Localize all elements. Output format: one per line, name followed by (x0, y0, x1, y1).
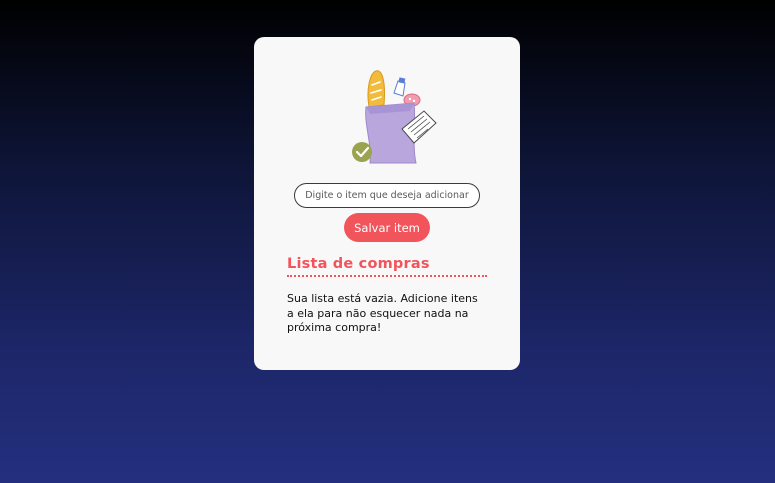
list-title: Lista de compras (287, 256, 487, 277)
item-input-wrapper (294, 183, 480, 208)
bread-icon (367, 70, 385, 108)
empty-list-message: Sua lista está vazia. Adicione itens a e… (287, 292, 478, 334)
save-item-button[interactable]: Salvar item (344, 213, 430, 242)
item-input[interactable] (294, 183, 480, 208)
grocery-bag-icon (350, 67, 440, 167)
bottle-icon (393, 77, 406, 97)
shopping-list-card: Salvar item Lista de compras Sua lista e… (254, 37, 520, 370)
check-circle-icon (352, 142, 372, 162)
